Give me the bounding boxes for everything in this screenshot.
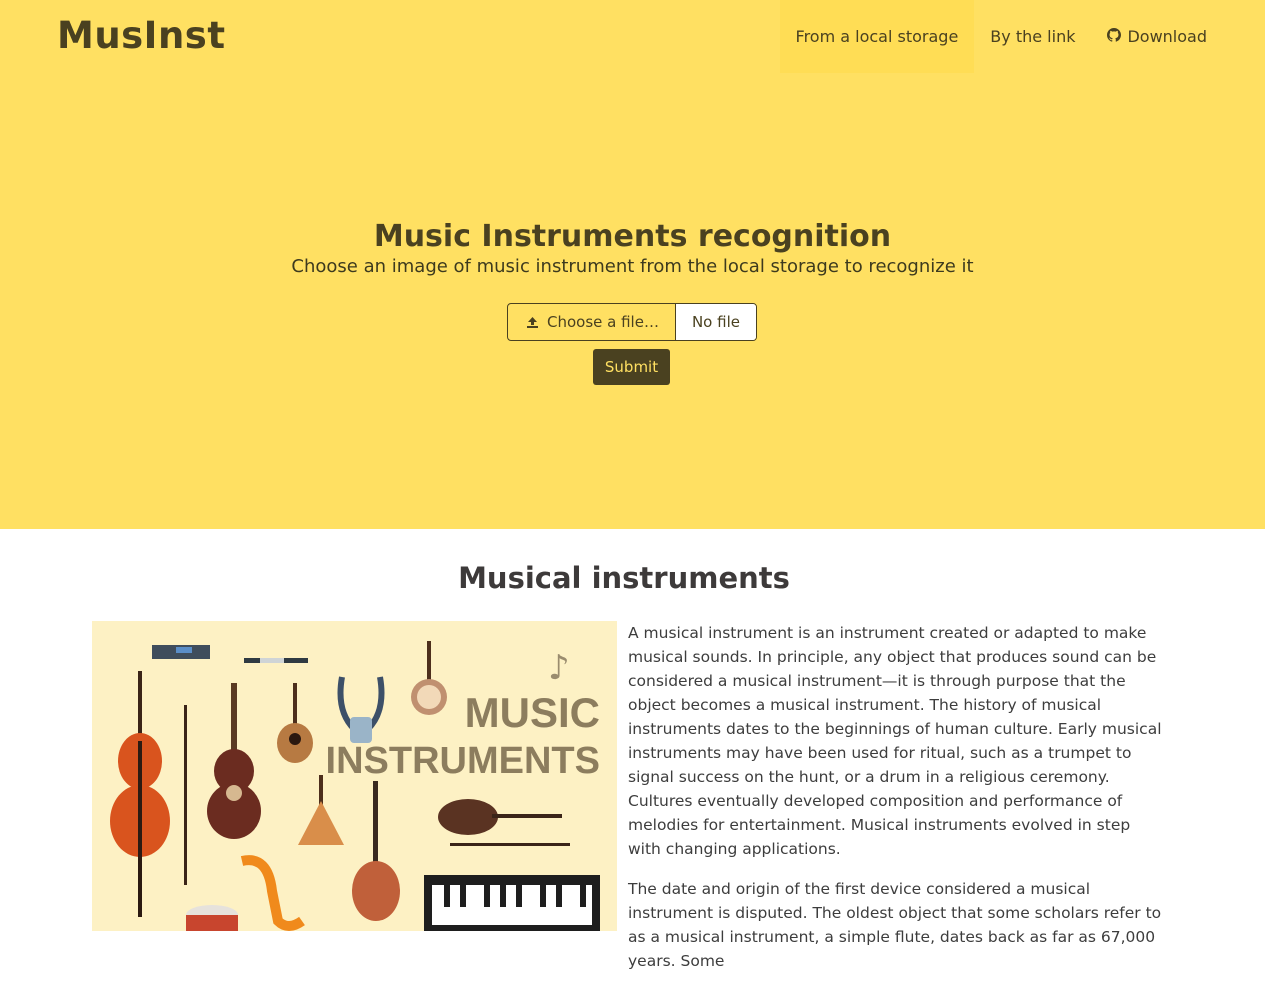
saxophone-icon (240, 855, 305, 931)
nav-item-label: By the link (990, 27, 1076, 46)
nav-item-label: Download (1127, 27, 1207, 46)
nav-item-label: From a local storage (795, 27, 959, 46)
flute-icon (244, 658, 308, 663)
banjo-icon (411, 641, 447, 715)
nav-item-local-storage[interactable]: From a local storage (779, 0, 975, 73)
cello-icon (110, 671, 170, 917)
submit-button[interactable]: Submit (593, 349, 670, 385)
nav-item-by-link[interactable]: By the link (974, 0, 1091, 73)
brand-logo[interactable]: MusInst (57, 14, 226, 57)
description-paragraph: The date and origin of the first device … (628, 880, 1162, 970)
image-title-line2: INSTRUMENTS (326, 740, 600, 782)
page-title: Music Instruments recognition (373, 219, 892, 254)
choose-file-label: Choose a file… (547, 313, 659, 331)
guitar-icon (207, 683, 261, 839)
mandolin-icon (277, 683, 313, 763)
description-text: A musical instrument is an instrument cr… (628, 621, 1164, 989)
description-paragraph: A musical instrument is an instrument cr… (628, 624, 1162, 858)
file-input[interactable]: Choose a file… No file (507, 303, 757, 341)
nav-item-download[interactable]: Download (1091, 0, 1223, 73)
github-icon (1107, 27, 1122, 46)
choose-file-button[interactable]: Choose a file… (508, 304, 676, 340)
instruments-illustration: ♪ MUSIC INSTRUMENTS (92, 621, 617, 931)
image-title-line1: MUSIC (465, 689, 600, 736)
top-nav: From a local storage By the link Downloa… (779, 0, 1223, 73)
music-note-icon: ♪ (548, 648, 570, 688)
bow-icon (184, 705, 187, 885)
harmonica-icon (152, 645, 210, 659)
balalaika-icon (298, 775, 344, 845)
hero-section: MusInst From a local storage By the link… (0, 0, 1265, 529)
keyboard-icon (424, 875, 600, 931)
page-subtitle: Choose an image of music instrument from… (291, 256, 974, 277)
section-title: Musical instruments (458, 561, 790, 595)
file-name-display: No file (675, 304, 756, 340)
drum-icon (186, 905, 238, 931)
electric-guitar-icon (352, 781, 400, 921)
lyre-icon (337, 676, 385, 743)
upload-icon (527, 316, 538, 328)
violin-icon (438, 799, 570, 846)
